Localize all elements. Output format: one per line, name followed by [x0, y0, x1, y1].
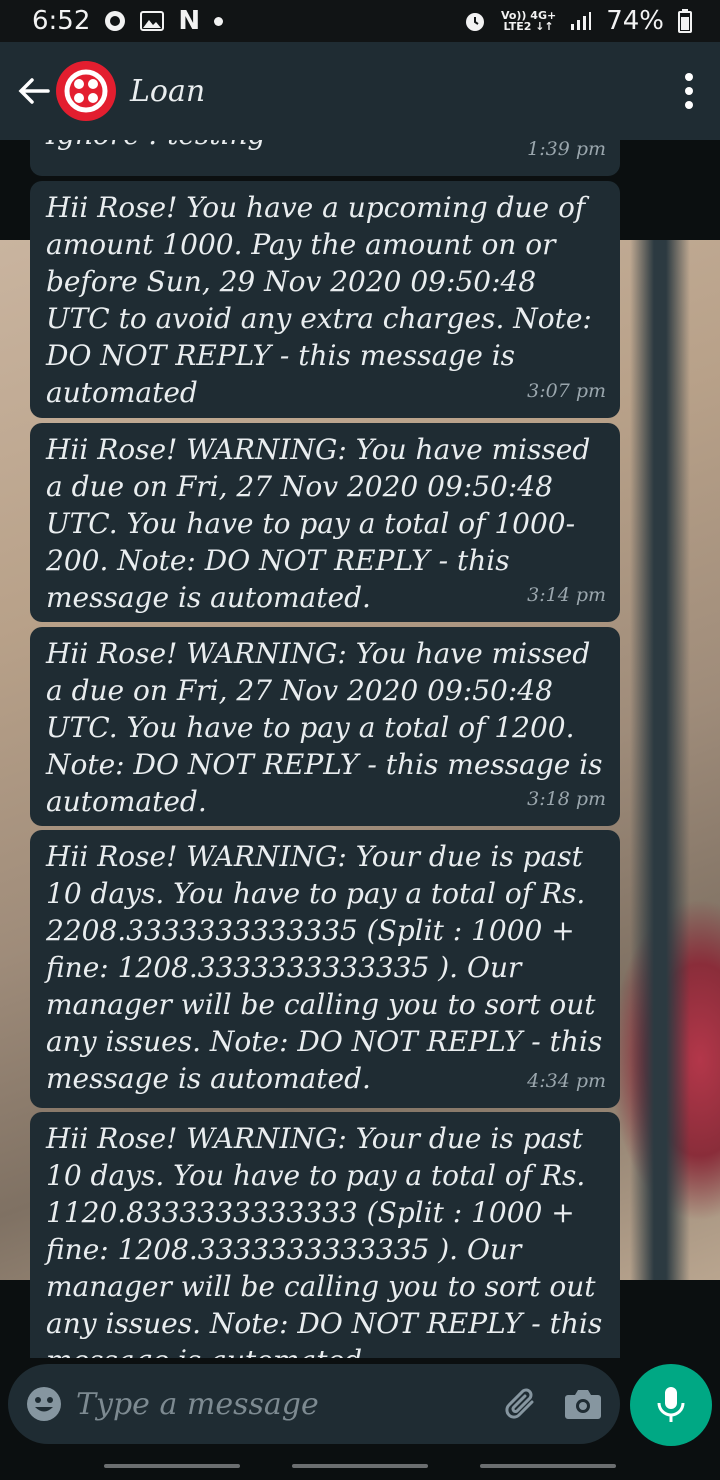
- message-bubble[interactable]: Hii Rose! You have a upcoming due of amo…: [30, 181, 620, 418]
- back-button[interactable]: [16, 73, 52, 109]
- message-bubble[interactable]: Hii Rose! WARNING: You have missed a due…: [30, 627, 620, 826]
- voice-message-button[interactable]: [630, 1364, 712, 1446]
- arrow-left-icon: [18, 78, 50, 104]
- more-options-button[interactable]: [674, 67, 704, 115]
- message-text: Ignore : testing: [46, 140, 265, 153]
- avatar[interactable]: [56, 61, 116, 121]
- nav-back-handle[interactable]: [480, 1464, 616, 1468]
- nav-recent-handle[interactable]: [104, 1464, 240, 1468]
- message-text: Hii Rose! WARNING: Your due is past 10 d…: [46, 1122, 603, 1358]
- network-bottom-label: LTE2 ↓↑: [503, 20, 554, 33]
- message-bubble[interactable]: Ignore : testing 1:39 pm: [30, 140, 620, 176]
- chat-title[interactable]: Loan: [130, 74, 674, 109]
- network-indicator: Vo)) 4G+ LTE2 ↓↑: [501, 10, 556, 32]
- signal-icon: [570, 11, 592, 31]
- camera-button[interactable]: [564, 1388, 602, 1420]
- message-bubble[interactable]: Hii Rose! WARNING: Your due is past 10 d…: [30, 830, 620, 1108]
- chat-header: Loan: [0, 42, 720, 140]
- message-time: 3:07 pm: [527, 380, 606, 402]
- paperclip-icon: [505, 1388, 534, 1419]
- message-input[interactable]: Type a message: [76, 1387, 486, 1422]
- alarm-icon: [463, 9, 487, 33]
- system-nav-bar: [0, 1452, 720, 1480]
- status-time: 6:52: [32, 6, 91, 36]
- message-time: 4:34 pm: [527, 1070, 606, 1092]
- attach-button[interactable]: [502, 1384, 542, 1424]
- message-time: 3:14 pm: [527, 584, 606, 606]
- microphone-icon: [657, 1387, 685, 1422]
- twilio-logo-icon: [64, 69, 108, 113]
- message-text: Hii Rose! WARNING: Your due is past 10 d…: [46, 840, 603, 1095]
- nav-home-handle[interactable]: [292, 1464, 428, 1468]
- message-bubble[interactable]: Hii Rose! WARNING: Your due is past 10 d…: [30, 1112, 620, 1358]
- status-bar: 6:52 N Vo)) 4G+ LTE2 ↓↑ 74%: [0, 0, 720, 42]
- message-composer: Type a message: [8, 1364, 620, 1444]
- emoji-icon: [27, 1387, 61, 1421]
- gallery-icon: [140, 11, 165, 31]
- message-time: 1:39 pm: [527, 140, 606, 160]
- emoji-button[interactable]: [26, 1386, 62, 1422]
- message-text: Hii Rose! WARNING: You have missed a due…: [46, 637, 603, 818]
- battery-icon: [678, 9, 692, 33]
- more-notifications-icon: [214, 16, 224, 26]
- message-time: 3:18 pm: [527, 788, 606, 810]
- message-text: Hii Rose! You have a upcoming due of amo…: [46, 191, 592, 409]
- battery-percent: 74%: [606, 6, 664, 36]
- camera-icon: [565, 1390, 601, 1419]
- message-list[interactable]: Ignore : testing 1:39 pm Hii Rose! You h…: [0, 140, 720, 1358]
- message-bubble[interactable]: Hii Rose! WARNING: You have missed a due…: [30, 423, 620, 622]
- sync-icon: [104, 10, 126, 32]
- netflix-icon: N: [178, 6, 201, 36]
- message-text: Hii Rose! WARNING: You have missed a due…: [46, 433, 591, 614]
- more-vertical-icon: [685, 73, 693, 81]
